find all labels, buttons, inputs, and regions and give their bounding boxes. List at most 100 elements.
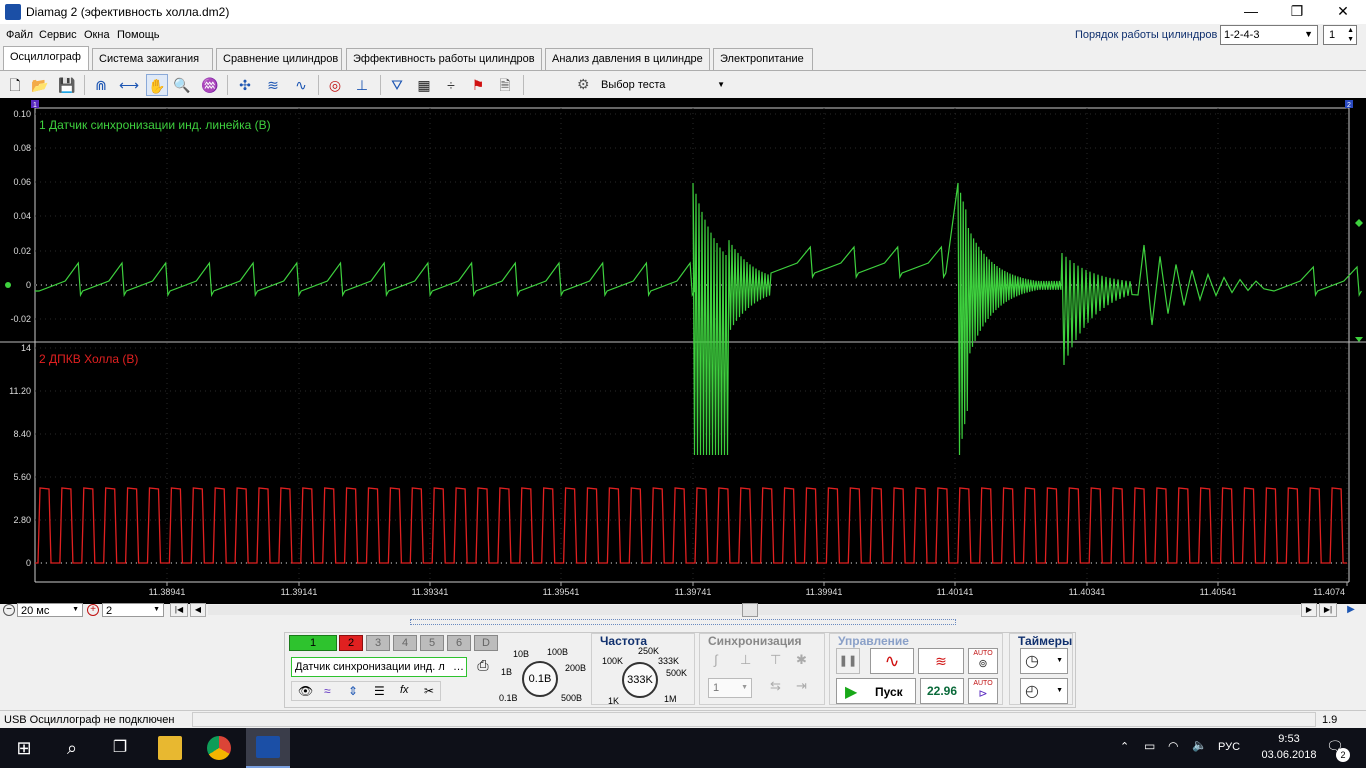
clock-time[interactable]: 9:53 [1268, 733, 1310, 745]
noise-mode-button[interactable]: ≋ [918, 648, 964, 674]
separator-icon[interactable]: ÷ [440, 74, 462, 96]
chrome-icon[interactable] [207, 736, 231, 760]
save-icon[interactable]: 💾 [56, 74, 78, 96]
measure-icon[interactable]: ⟷ [118, 74, 140, 96]
document-icon[interactable]: 🗎 [494, 74, 516, 96]
timer-2-button[interactable]: ◴ ▼ [1020, 678, 1068, 704]
eye-icon[interactable]: 👁 [298, 684, 313, 698]
channel-6-button[interactable]: 6 [447, 635, 471, 651]
minimize-button[interactable]: — [1228, 0, 1274, 24]
time-scrollbar-track[interactable] [208, 603, 1300, 617]
timebase-select[interactable]: 20 мс ▼ [17, 603, 83, 617]
scroll-right-button[interactable]: ▶ [1301, 603, 1317, 617]
sync-rising-icon[interactable]: ∫ [714, 652, 718, 667]
open-folder-icon[interactable]: 📂 [29, 74, 51, 96]
language-indicator[interactable]: РУС [1218, 741, 1240, 753]
overview-bar[interactable] [410, 619, 956, 625]
diamag-taskbar-button[interactable] [246, 728, 290, 768]
spectrum-icon[interactable]: ∿ [290, 74, 312, 96]
test-select[interactable]: ⚙ Выбор теста ▼ [573, 74, 729, 96]
channels-select[interactable]: 2 ▼ [102, 603, 164, 617]
timers-group: Таймеры ◷ ▼ ◴ ▼ [1009, 633, 1073, 705]
channel-4-button[interactable]: 4 [393, 635, 417, 651]
oscilloscope-view[interactable]: 1 2 0.10 0.08 0.06 0.04 0.02 0 -0.02 14 11.20 8.… [0, 98, 1366, 604]
windows-start-icon[interactable]: ⊞ [12, 736, 36, 760]
frequency-knob[interactable]: 333K [622, 662, 658, 698]
cylinder-order-select[interactable]: 1-2-4-3 ▼ [1220, 25, 1318, 45]
tab-oscilloscope[interactable]: Осциллограф [3, 46, 89, 70]
table-icon[interactable]: ▦ [413, 74, 435, 96]
auto-scale-icon[interactable]: ◎ [324, 74, 346, 96]
scroll-left-button[interactable]: ◀ [190, 603, 206, 617]
scroll-end-button[interactable]: ▶| [1319, 603, 1337, 617]
maximize-button[interactable]: ❐ [1274, 0, 1320, 24]
sync-edge-icon[interactable]: ⊥ [740, 652, 751, 668]
tab-cylinder-efficiency[interactable]: Эффективность работы цилиндров [346, 48, 542, 70]
cursor-markers-icon[interactable]: ⋒ [90, 74, 112, 96]
menu-help[interactable]: Помощь [117, 29, 160, 41]
menu-file[interactable]: Файл [6, 29, 33, 41]
ch1-zero-marker [5, 282, 11, 288]
auto-label: AUTO [973, 650, 993, 657]
zoom-out-icon[interactable]: − [3, 604, 15, 616]
show-hidden-icon[interactable]: ⌃ [1120, 740, 1129, 753]
menu-service[interactable]: Сервис [39, 29, 77, 41]
offset-icon[interactable]: ⇕ [348, 684, 358, 698]
time-scrollbar-thumb[interactable] [742, 603, 758, 617]
scroll-start-button[interactable]: |◀ [170, 603, 188, 617]
sync-level-icon[interactable]: ⇆ [770, 678, 781, 694]
flag-icon[interactable]: ⚑ [467, 74, 489, 96]
volt-1v-label: 1В [501, 667, 513, 677]
clock-date[interactable]: 03.06.2018 [1252, 749, 1326, 761]
channel-3-button[interactable]: 3 [366, 635, 390, 651]
x-tick-label: 11.40341 [1069, 587, 1106, 597]
sync-auto-icon[interactable]: ✱ [796, 652, 807, 668]
average-icon[interactable]: ≋ [262, 74, 284, 96]
lines-icon[interactable]: ☰ [374, 684, 385, 698]
battery-icon[interactable]: ▭ [1144, 739, 1155, 753]
close-button[interactable]: ✕ [1320, 0, 1366, 24]
marker-right-label: 2 [1347, 102, 1351, 109]
file-explorer-icon[interactable] [158, 736, 182, 760]
oscilloscope-plot[interactable]: 1 2 0.10 0.08 0.06 0.04 0.02 0 -0.02 14 11.20 8.… [0, 98, 1366, 604]
search-icon[interactable]: ⌕ [60, 736, 84, 760]
task-view-icon[interactable]: ❐ [108, 736, 132, 760]
invert-icon[interactable]: ≈ [324, 684, 331, 698]
sync-channel-select[interactable]: 1 ▼ [708, 678, 752, 698]
menu-windows[interactable]: Окна [84, 29, 110, 41]
wifi-icon[interactable]: ◠ [1168, 739, 1178, 753]
tab-cylinder-compare[interactable]: Сравнение цилиндров [216, 48, 342, 70]
tab-ignition[interactable]: Система зажигания [92, 48, 213, 70]
sensor-settings-icon[interactable]: ⎙ [473, 657, 493, 677]
zoom-icon[interactable]: 🔍 [171, 74, 193, 96]
channel-sensor-field[interactable]: Датчик синхронизации инд. ли … [291, 657, 467, 677]
tab-power-supply[interactable]: Электропитание [713, 48, 813, 70]
auto-start-button[interactable]: AUTO ⊳ [968, 678, 998, 704]
start-button[interactable]: ▶ Пуск [836, 678, 916, 704]
freq-100k-label: 100K [602, 656, 624, 666]
timer-1-button[interactable]: ◷ ▼ [1020, 648, 1068, 674]
sync-position-icon[interactable]: ⇥ [796, 678, 807, 694]
zoom-in-icon[interactable]: + [87, 604, 99, 616]
auto-mode-button[interactable]: AUTO ⊚ [968, 648, 998, 674]
play-scroll-icon[interactable]: ▶ [1341, 603, 1361, 617]
tab-pressure-analysis[interactable]: Анализ давления в цилиндре [545, 48, 710, 70]
filter-funnel-icon[interactable]: ⛛ [386, 74, 408, 96]
auto-zero-icon[interactable]: ⊥ [351, 74, 373, 96]
new-file-icon[interactable]: 🗋 [4, 74, 26, 96]
channel-2-button[interactable]: 2 [339, 635, 363, 651]
channel-d-button[interactable]: D [474, 635, 498, 651]
scale-icon[interactable]: ♒ [199, 74, 221, 96]
sine-mode-button[interactable]: ∿ [870, 648, 914, 674]
channel-1-button[interactable]: 1 [289, 635, 337, 651]
hand-tool-icon[interactable]: ✋ [146, 74, 168, 96]
channel-5-button[interactable]: 5 [420, 635, 444, 651]
function-icon[interactable]: fx [400, 684, 409, 696]
sync-falling-icon[interactable]: ⊤ [770, 652, 781, 668]
pause-button[interactable]: ❚❚ [836, 648, 860, 674]
volume-icon[interactable]: 🔈 [1192, 738, 1207, 752]
cylinder-number-spinner[interactable]: 1 ▲ ▼ [1323, 25, 1357, 45]
volt-knob[interactable]: 0.1В [522, 661, 558, 697]
tools-icon[interactable]: ✂ [424, 684, 434, 698]
filter-icon[interactable]: ✣ [234, 74, 256, 96]
